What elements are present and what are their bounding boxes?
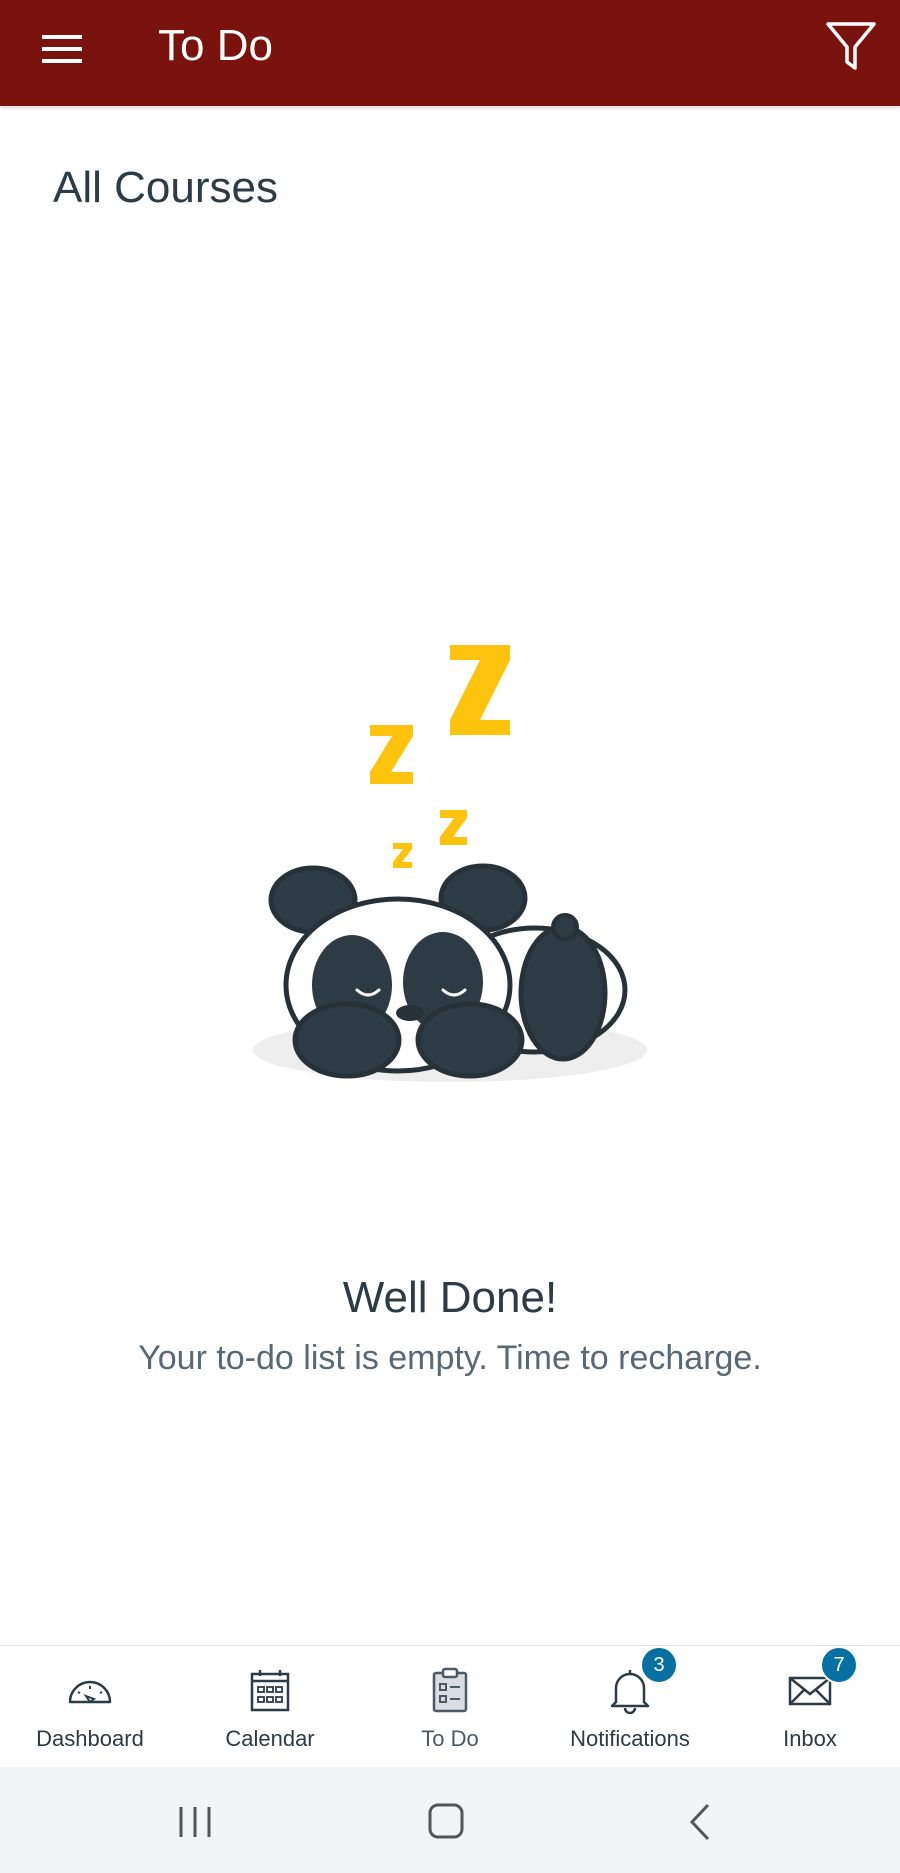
tab-label: Calendar	[225, 1726, 315, 1751]
tab-calendar[interactable]: Calendar	[180, 1646, 360, 1768]
system-navigation-bar	[0, 1767, 900, 1873]
course-filter-label[interactable]: All Courses	[53, 160, 278, 216]
bottom-navigation: Dashboard Calendar To Do 3 Notifications…	[0, 1645, 900, 1768]
tab-label: Inbox	[783, 1726, 837, 1751]
hamburger-menu-icon[interactable]	[36, 26, 88, 78]
app-header: To Do	[0, 0, 900, 106]
calendar-icon	[250, 1670, 290, 1712]
empty-state-message: Your to-do list is empty. Time to rechar…	[138, 1339, 762, 1377]
tab-label: Notifications	[570, 1726, 690, 1751]
page-title: To Do	[158, 21, 273, 70]
dashboard-gauge-icon	[68, 1680, 112, 1704]
clipboard-icon	[432, 1667, 468, 1713]
empty-state-title: Well Done!	[342, 1273, 558, 1322]
inbox-count-badge: 7	[820, 1646, 858, 1684]
notification-count-badge: 3	[640, 1646, 678, 1684]
recent-apps-icon[interactable]	[165, 1797, 225, 1847]
tab-label: To Do	[421, 1726, 479, 1751]
filter-icon[interactable]	[822, 18, 880, 74]
home-icon[interactable]	[416, 1797, 476, 1847]
tab-todo[interactable]: To Do	[360, 1646, 540, 1768]
back-icon[interactable]	[670, 1797, 730, 1847]
tab-label: Dashboard	[36, 1726, 144, 1751]
tab-notifications[interactable]: 3 Notifications	[540, 1646, 720, 1768]
tab-inbox[interactable]: 7 Inbox	[720, 1646, 900, 1768]
sleeping-panda-illustration	[253, 645, 647, 1082]
tab-dashboard[interactable]: Dashboard	[0, 1646, 180, 1768]
